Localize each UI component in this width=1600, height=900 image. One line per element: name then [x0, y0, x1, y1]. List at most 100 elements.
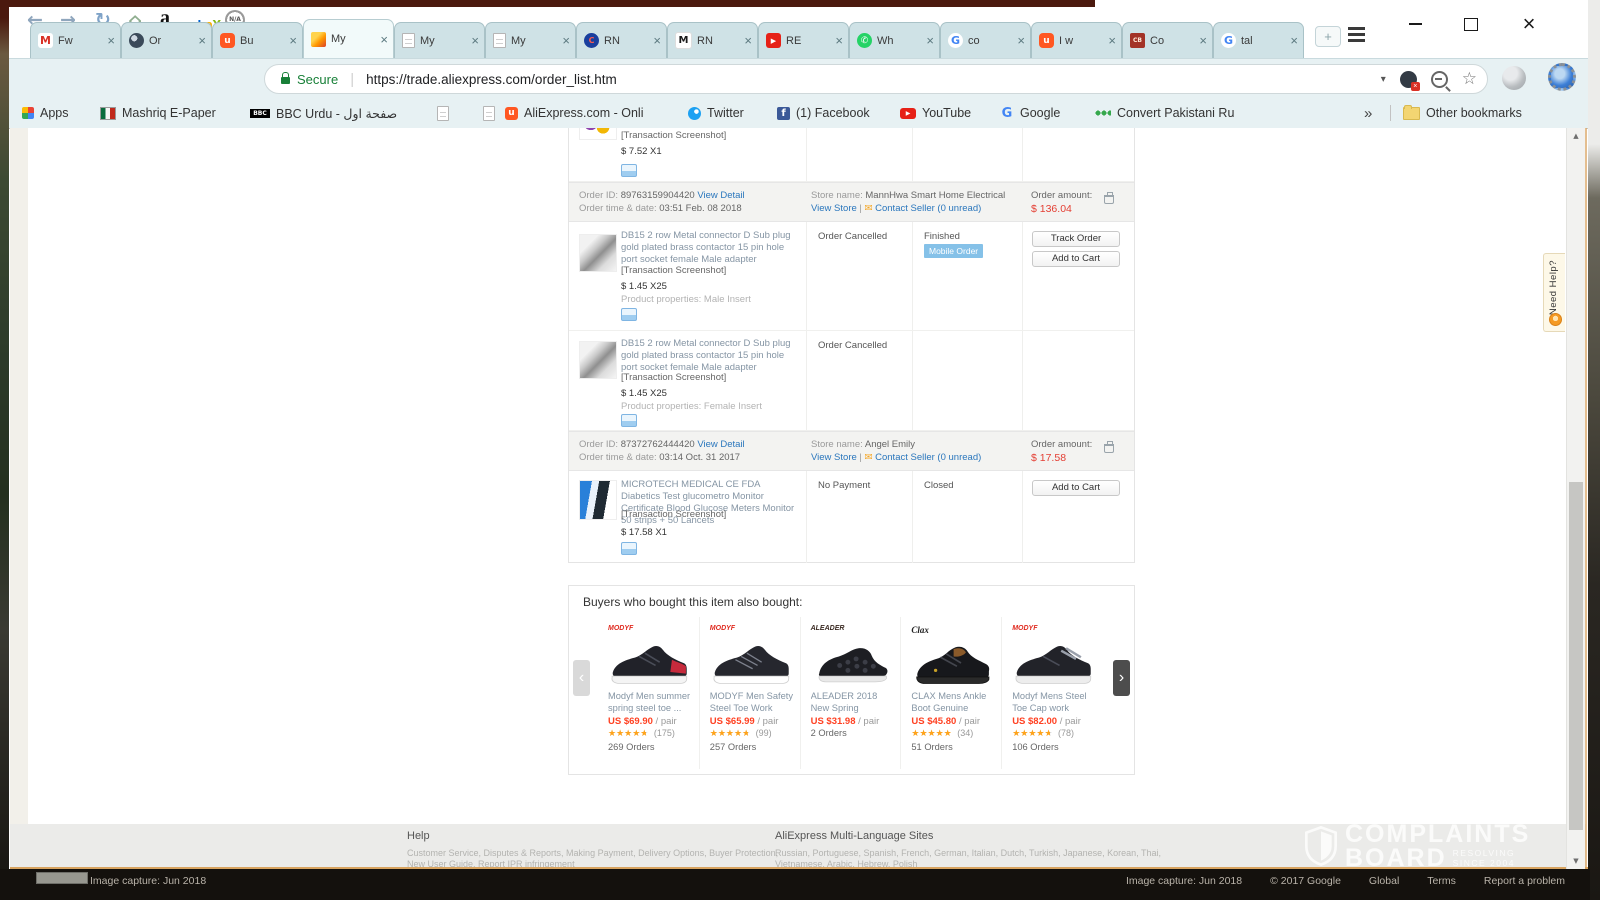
product-title-link[interactable]: CLAX Mens Ankle Boot Genuine Leath...	[911, 691, 995, 714]
contact-seller-link[interactable]: Contact Seller (0 unread)	[875, 452, 981, 463]
browser-tab[interactable]: My	[394, 22, 485, 58]
tab-close-icon[interactable]	[289, 34, 297, 47]
bookmark-twitter[interactable]: Twitter	[688, 104, 744, 122]
recommended-product[interactable]: MODYF Modyf Men summer spring steel toe …	[598, 617, 699, 769]
tab-close-icon[interactable]	[198, 34, 206, 47]
tab-close-icon[interactable]	[744, 34, 752, 47]
bookmark-bbc-urdu[interactable]: BBC Urdu - صفحة اول	[250, 104, 397, 122]
browser-tab[interactable]: co	[940, 22, 1031, 58]
tab-close-icon[interactable]	[107, 34, 115, 47]
tab-close-icon[interactable]	[380, 33, 388, 46]
tab-close-icon[interactable]	[926, 34, 934, 47]
browser-tab[interactable]: Co	[1122, 22, 1213, 58]
global-link[interactable]: Global	[1369, 875, 1399, 887]
browser-tab[interactable]: tal	[1213, 22, 1304, 58]
product-title-link[interactable]: DB15 2 row Metal connector D Sub plug go…	[621, 230, 801, 266]
photo-attachment-icon[interactable]	[621, 414, 637, 427]
need-help-tab[interactable]: Need Help?	[1543, 253, 1565, 332]
view-store-link[interactable]: View Store	[811, 452, 857, 463]
window-minimize-button[interactable]	[1402, 14, 1428, 34]
tab-close-icon[interactable]	[471, 34, 479, 47]
browser-tab[interactable]: RE	[758, 22, 849, 58]
report-problem-link[interactable]: Report a problem	[1484, 875, 1565, 887]
scroll-down-arrow[interactable]	[1567, 853, 1585, 869]
bookmark-apps[interactable]: Apps	[22, 104, 69, 122]
window-close-button[interactable]	[1516, 14, 1542, 34]
extension-badge-icon[interactable]	[1400, 71, 1417, 88]
add-to-cart-button[interactable]: Add to Cart	[1032, 480, 1120, 496]
url-text[interactable]: https://trade.aliexpress.com/order_list.…	[366, 72, 1367, 87]
footer-language-links[interactable]: Russian, Portuguese, Spanish, French, Ge…	[775, 848, 1161, 859]
other-bookmarks[interactable]: Other bookmarks	[1403, 104, 1522, 122]
recommended-product[interactable]: MODYF MODYF Men Safety Steel Toe Work Sh…	[699, 617, 800, 769]
address-bar[interactable]: Secure | https://trade.aliexpress.com/or…	[264, 64, 1488, 94]
browser-tab[interactable]: Wh	[849, 22, 940, 58]
product-title-link[interactable]: MODYF Men Safety Steel Toe Work Sh...	[710, 691, 794, 714]
product-image[interactable]	[579, 480, 617, 520]
bookmark-facebook[interactable]: (1) Facebook	[777, 104, 870, 122]
recommended-product[interactable]: MODYF Modyf Mens Steel Toe Cap work Safe…	[1001, 617, 1102, 769]
new-tab-button[interactable]	[1315, 26, 1341, 47]
bookmark-document[interactable]	[483, 104, 495, 122]
product-title-link[interactable]: Modyf Mens Steel Toe Cap work Safe...	[1012, 691, 1096, 714]
browser-tab-active[interactable]: My	[303, 19, 394, 58]
bookmark-google[interactable]: Google	[1000, 104, 1060, 122]
bookmark-star-icon[interactable]	[1462, 69, 1477, 89]
product-image[interactable]	[579, 128, 617, 140]
need-help-label: Need Help?	[1548, 260, 1559, 315]
chevron-down-icon[interactable]	[1381, 74, 1386, 85]
bookmark-mashriq[interactable]: Mashriq E-Paper	[100, 104, 216, 122]
footer-help-links[interactable]: Customer Service, Disputes & Reports, Ma…	[407, 848, 778, 859]
photo-attachment-icon[interactable]	[621, 164, 637, 177]
browser-tab[interactable]: Bu	[212, 22, 303, 58]
browser-tab[interactable]: My	[485, 22, 576, 58]
tab-label: Co	[1150, 35, 1194, 47]
trash-icon[interactable]	[1104, 441, 1114, 453]
product-image[interactable]	[579, 234, 617, 272]
browser-tab[interactable]: Or	[121, 22, 212, 58]
add-to-cart-button[interactable]: Add to Cart	[1032, 251, 1120, 267]
bookmark-aliexpress[interactable]: AliExpress.com - Onli	[505, 104, 643, 122]
browser-tab[interactable]: Fw	[30, 22, 121, 58]
scroll-up-arrow[interactable]	[1567, 128, 1585, 144]
trash-icon[interactable]	[1104, 192, 1114, 204]
tab-list-icon[interactable]	[1348, 27, 1365, 42]
view-detail-link[interactable]: View Detail	[697, 439, 744, 450]
tab-close-icon[interactable]	[653, 34, 661, 47]
zoom-out-icon[interactable]	[1431, 71, 1448, 88]
recommended-product[interactable]: ALEADER ALEADER 2018 New Spring Men&#39;…	[800, 617, 901, 769]
tab-close-icon[interactable]	[562, 34, 570, 47]
track-order-button[interactable]: Track Order	[1032, 231, 1120, 247]
photo-attachment-icon[interactable]	[621, 308, 637, 321]
browser-tab[interactable]: I w	[1031, 22, 1122, 58]
product-title-link[interactable]: Modyf Men summer spring steel toe ...	[608, 691, 693, 714]
bookmarks-overflow[interactable]	[1364, 104, 1372, 122]
bookmark-convert-rupee[interactable]: Convert Pakistani Ru	[1095, 104, 1234, 122]
browser-tab[interactable]: RN	[576, 22, 667, 58]
product-title-link[interactable]: ALEADER 2018 New Spring Men&#39;s S...	[811, 691, 895, 714]
browser-tab[interactable]: RN	[667, 22, 758, 58]
tab-close-icon[interactable]	[1017, 34, 1025, 47]
extension-globe-gear-icon[interactable]	[1548, 63, 1576, 91]
view-detail-link[interactable]: View Detail	[697, 190, 744, 201]
tab-close-icon[interactable]	[1199, 34, 1207, 47]
contact-seller-link[interactable]: Contact Seller (0 unread)	[875, 203, 981, 214]
window-maximize-button[interactable]	[1458, 14, 1484, 34]
carousel-left-arrow[interactable]	[573, 660, 590, 696]
bookmark-document[interactable]	[437, 104, 449, 122]
product-title-link[interactable]: DB15 2 row Metal connector D Sub plug go…	[621, 338, 801, 374]
scrollbar-thumb[interactable]	[1569, 482, 1583, 830]
carousel-right-arrow[interactable]	[1113, 660, 1130, 696]
bookmark-youtube[interactable]: YouTube	[900, 104, 971, 122]
product-image[interactable]	[579, 341, 617, 379]
tab-close-icon[interactable]	[1290, 34, 1298, 47]
extension-dove-icon[interactable]	[1502, 66, 1526, 90]
photo-attachment-icon[interactable]	[621, 542, 637, 555]
terms-link[interactable]: Terms	[1427, 875, 1456, 887]
tab-close-icon[interactable]	[835, 34, 843, 47]
recommended-product[interactable]: Clax CLAX Mens Ankle Boot Genuine Leath.…	[900, 617, 1001, 769]
vertical-scrollbar[interactable]	[1566, 128, 1585, 869]
tab-close-icon[interactable]	[1108, 34, 1116, 47]
view-store-link[interactable]: View Store	[811, 203, 857, 214]
star-rating	[911, 729, 951, 738]
